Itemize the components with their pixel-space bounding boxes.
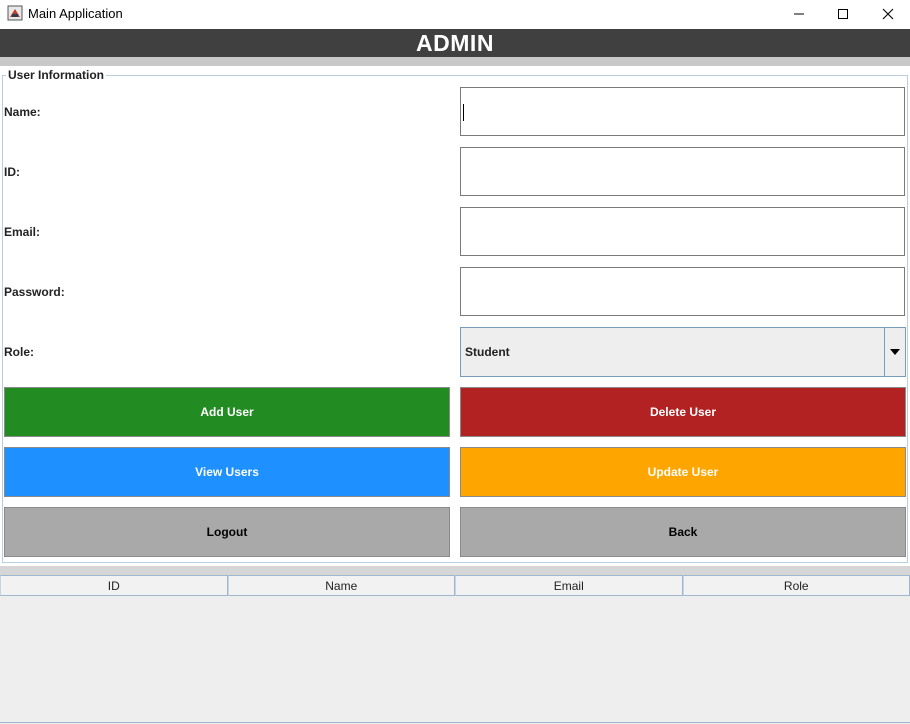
password-label: Password: <box>4 285 65 299</box>
window-title: Main Application <box>28 6 123 21</box>
id-label: ID: <box>4 165 20 179</box>
page-title: ADMIN <box>416 29 494 56</box>
java-app-icon <box>7 5 23 21</box>
view-users-button[interactable]: View Users <box>4 447 450 497</box>
column-header-id[interactable]: ID <box>0 575 228 596</box>
column-header-name[interactable]: Name <box>227 575 455 596</box>
chevron-down-icon <box>890 349 900 355</box>
back-button[interactable]: Back <box>460 507 906 557</box>
table-divider <box>0 566 910 575</box>
close-button[interactable] <box>865 0 910 28</box>
users-table[interactable]: ID Name Email Role <box>0 575 910 724</box>
dropdown-arrow-button[interactable] <box>884 328 905 376</box>
column-header-role[interactable]: Role <box>682 575 910 596</box>
maximize-button[interactable] <box>820 0 866 28</box>
minimize-button[interactable] <box>776 0 822 28</box>
delete-user-button[interactable]: Delete User <box>460 387 906 437</box>
role-label: Role: <box>4 345 34 359</box>
minimize-icon <box>794 13 804 15</box>
logout-button[interactable]: Logout <box>4 507 450 557</box>
update-user-button[interactable]: Update User <box>460 447 906 497</box>
group-title: User Information <box>6 68 107 82</box>
table-bottom-border <box>0 722 910 723</box>
add-user-button[interactable]: Add User <box>4 387 450 437</box>
id-field[interactable] <box>460 147 905 196</box>
role-dropdown[interactable]: Student <box>460 327 906 377</box>
admin-header: ADMIN <box>0 29 910 57</box>
header-divider <box>0 57 910 66</box>
column-header-email[interactable]: Email <box>455 575 683 596</box>
email-field[interactable] <box>460 207 905 256</box>
email-label: Email: <box>4 225 41 239</box>
window-titlebar: Main Application <box>0 0 910 28</box>
text-caret <box>463 104 464 121</box>
name-field[interactable] <box>460 87 905 136</box>
password-field[interactable] <box>460 267 905 316</box>
role-selected-value: Student <box>465 345 510 359</box>
close-icon <box>882 8 894 20</box>
table-header: ID Name Email Role <box>0 575 910 596</box>
name-label: Name: <box>4 105 41 119</box>
maximize-icon <box>838 9 848 19</box>
